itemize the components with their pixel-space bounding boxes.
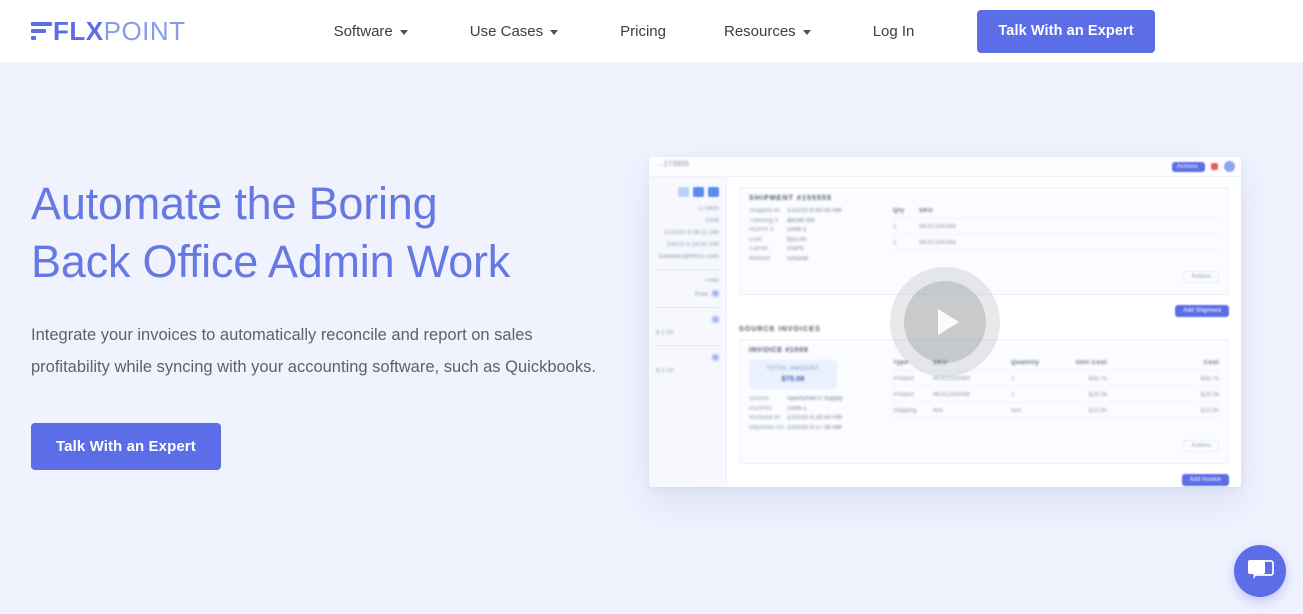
- sidebar-value-created-at: 1/10/20 9:08:11 AM: [663, 230, 719, 236]
- invoice-total-label: TOTAL AMOUNT: [766, 366, 820, 372]
- play-button-inner: [904, 281, 986, 363]
- sidebar-divider: [656, 307, 719, 308]
- page-title: Automate the Boring Back Office Admin Wo…: [31, 178, 511, 287]
- shipment-card: SHIPMENT #155555 Shipped At 1/10/20 9:43:…: [739, 187, 1229, 295]
- invoice-total-box: TOTAL AMOUNT $75.08: [749, 360, 837, 389]
- shipment-field-row: Cost $15.00: [749, 236, 807, 243]
- chevron-down-icon: [802, 29, 811, 35]
- invoice-left: TOTAL AMOUNT $75.08 Source Sportsmen's Su…: [749, 360, 879, 434]
- sidebar-edit-row-2: [656, 354, 719, 362]
- invoice-fields: Source Sportsmen's Supply PO/PR# 1006-1 In…: [749, 396, 879, 431]
- logo-text-flx: FLX: [53, 15, 104, 46]
- logo-text-point: POINT: [103, 15, 186, 46]
- sidebar-edit-row-1: [656, 316, 719, 324]
- login-link[interactable]: Log In: [873, 23, 915, 40]
- invoice-field-row: Source Sportsmen's Supply: [749, 396, 843, 402]
- grid-icon: [693, 187, 704, 197]
- table-header-row: Qty SKU: [893, 208, 1219, 219]
- hero-talk-with-expert-button[interactable]: Talk With an Expert: [31, 423, 221, 470]
- site-header: FLX POINT Software Use Cases Pricing Reso…: [0, 0, 1303, 62]
- edit-pencil-icon[interactable]: [712, 316, 719, 323]
- play-triangle-icon: [938, 309, 959, 335]
- app-topbar-actions: Actions: [1171, 161, 1235, 172]
- table-row: 1 MCK2160388: [893, 235, 1219, 251]
- logo-flxpoint[interactable]: FLX POINT: [31, 16, 186, 47]
- chevron-down-icon: [399, 29, 408, 35]
- sidebar-divider: [656, 345, 719, 346]
- shipment-body: Shipped At 1/10/20 9:43:00 AM Tracking # a…: [749, 208, 1219, 265]
- shipment-field-row: Carrier USPS: [749, 246, 804, 252]
- add-shipment-button[interactable]: Add Shipment: [1175, 305, 1229, 317]
- sidebar-divider: [656, 269, 719, 270]
- invoice-field-row: Invoiced At 1/10/20 4:28:00 PM: [749, 415, 843, 421]
- invoice-field-row: PO/PR# 1006-1: [749, 405, 807, 412]
- play-button[interactable]: [890, 267, 1000, 377]
- table-row: 1 MCK2160389: [893, 219, 1219, 235]
- sidebar-value-order-id: 173905: [697, 206, 719, 212]
- shipment-field-row: PO/PR #1006-1: [749, 227, 807, 233]
- table-row: Product MCK2160388 1 $29.38 $29.38: [893, 387, 1219, 403]
- shipment-field-row: Shipped At 1/10/20 9:43:00 AM: [749, 208, 842, 214]
- copy-icon: [678, 187, 689, 197]
- sidebar-value-email: Sueeeeu@fffecc.com: [658, 254, 719, 260]
- shipment-items-table: Qty SKU 1 MCK2160389 1 MCK2160388: [893, 208, 1219, 265]
- shipment-actions-dropdown[interactable]: Actions: [1183, 271, 1219, 283]
- sidebar-value-updated-at: 1/9/20 5:24:50 PM: [666, 242, 719, 248]
- table-row: Shipping N/A N/A $10.00 $10.00: [893, 403, 1219, 419]
- app-detail-sidebar: 173905 1006 1/10/20 9:08:11 AM 1/9/20 5:…: [649, 177, 727, 487]
- hero-cta-wrap: Talk With an Expert: [31, 423, 631, 470]
- chat-bubble-icon: [1247, 559, 1274, 579]
- invoice-total-amount: $75.08: [781, 374, 805, 383]
- sidebar-value-free-1: Free: [705, 278, 719, 284]
- nav-item-use-cases[interactable]: Use Cases: [469, 22, 559, 40]
- chat-widget-button[interactable]: [1234, 545, 1286, 597]
- logo-f-mark-icon: [31, 21, 52, 41]
- shipment-fields: Shipped At 1/10/20 9:43:00 AM Tracking # a…: [749, 208, 879, 265]
- landing-page: FLX POINT Software Use Cases Pricing Reso…: [0, 0, 1303, 614]
- edit-pencil-icon[interactable]: [712, 354, 719, 361]
- add-invoice-wrap: Add Invoice: [739, 474, 1229, 486]
- sidebar-value-amount-2: $ 1.00: [656, 368, 674, 374]
- shipment-field-row: Method Ground: [749, 255, 808, 262]
- app-actions-chip[interactable]: Actions: [1171, 161, 1205, 172]
- shipment-field-row: Tracking # abcd6789: [749, 217, 815, 224]
- sidebar-value-amount-1: $ 1.00: [656, 330, 674, 336]
- edit-pencil-icon[interactable]: [712, 290, 719, 297]
- app-sidebar-icon-row: [656, 187, 719, 197]
- nav-item-software[interactable]: Software: [334, 23, 408, 40]
- add-invoice-button[interactable]: Add Invoice: [1181, 474, 1229, 486]
- sidebar-value-order-number: 1006: [704, 218, 719, 224]
- nav-label-resources: Resources: [723, 22, 796, 40]
- invoice-body: TOTAL AMOUNT $75.08 Source Sportsmen's Su…: [749, 360, 1219, 434]
- user-avatar-icon[interactable]: [1224, 161, 1235, 172]
- hero-video-thumbnail[interactable]: ...173905 Actions 173905 1006 1/10/20 9:…: [649, 157, 1241, 487]
- shipment-actions-wrap: Actions: [749, 271, 1219, 283]
- app-topbar: ...173905 Actions: [649, 157, 1241, 177]
- sidebar-value-free-2: Free: [656, 290, 719, 298]
- header-talk-with-expert-button[interactable]: Talk With an Expert: [977, 9, 1155, 53]
- shipment-title: SHIPMENT #155555: [749, 195, 832, 202]
- nav-label-use-cases: Use Cases: [469, 22, 544, 40]
- hero-subtext: Integrate your invoices to automatically…: [31, 326, 596, 376]
- chevron-down-icon: [550, 29, 559, 35]
- hero-content: Automate the Boring Back Office Admin Wo…: [31, 175, 631, 470]
- nav-item-resources[interactable]: Resources: [724, 23, 811, 40]
- app-breadcrumb: ...173905: [657, 161, 689, 168]
- nav-label-pricing: Pricing: [620, 22, 666, 40]
- cloud-icon: [708, 187, 719, 197]
- invoice-actions-wrap: Actions: [749, 440, 1219, 452]
- notification-badge-icon[interactable]: [1211, 163, 1218, 170]
- main-navigation: Software Use Cases Pricing Resources Log…: [334, 9, 1155, 53]
- invoice-actions-dropdown[interactable]: Actions: [1183, 440, 1219, 452]
- nav-item-pricing[interactable]: Pricing: [620, 23, 666, 40]
- invoice-field-row: Imported On 1/10/20 9:27:38 AM: [749, 424, 842, 431]
- nav-label-software: Software: [333, 22, 393, 40]
